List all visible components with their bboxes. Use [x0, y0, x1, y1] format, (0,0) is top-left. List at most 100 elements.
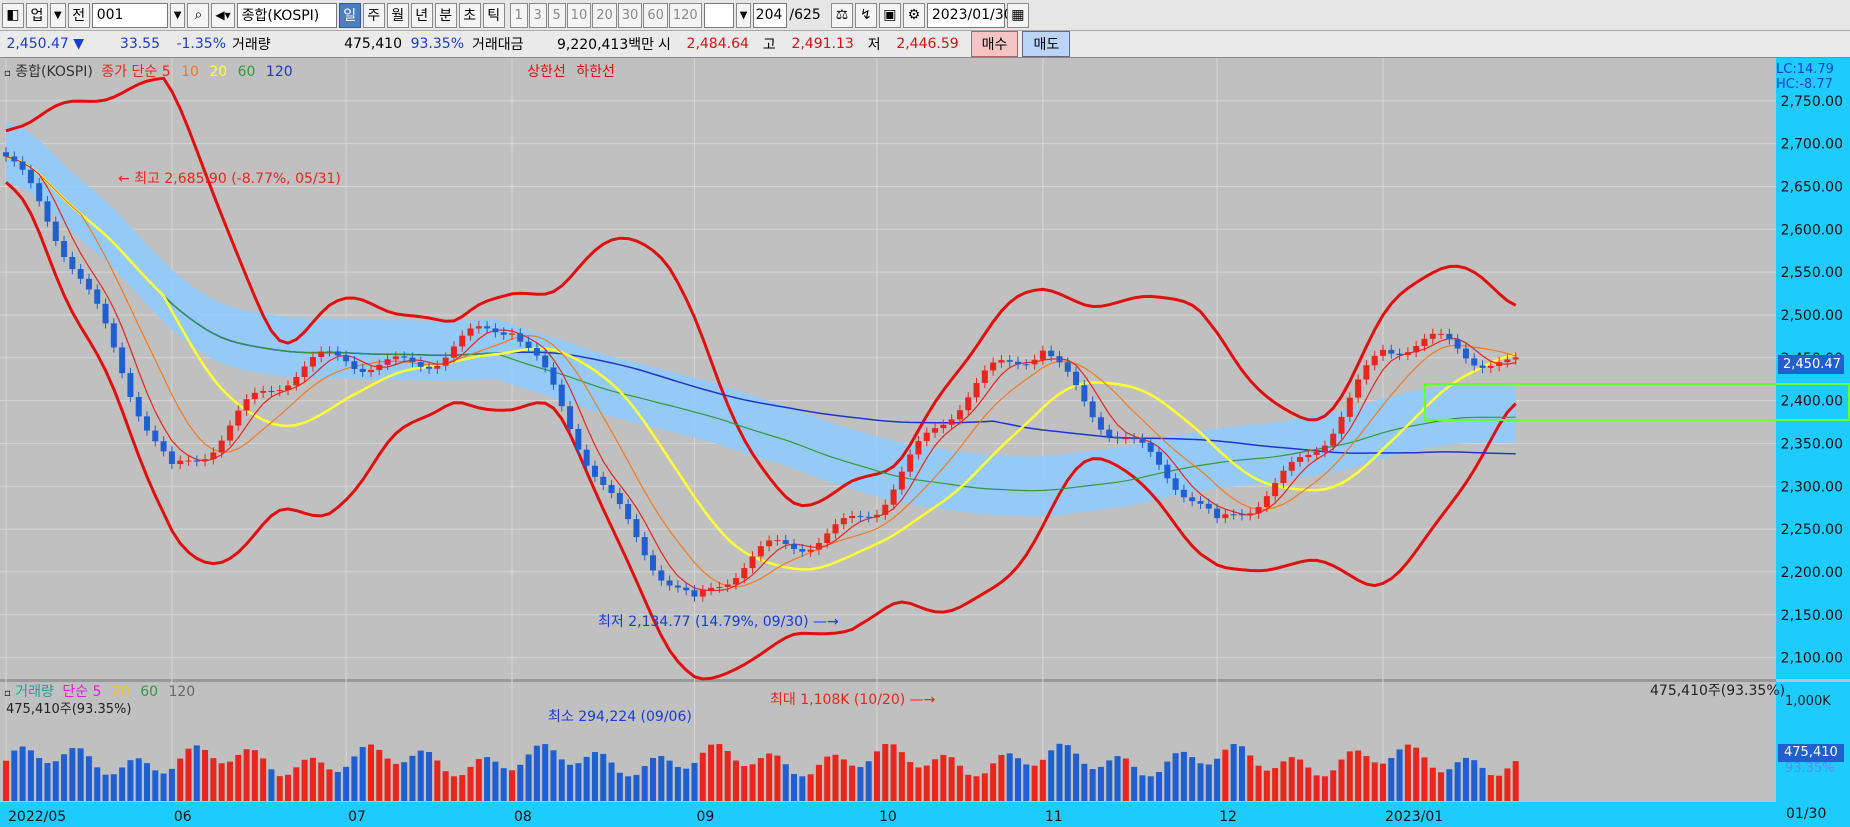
candle-body	[608, 484, 615, 494]
candle-body	[699, 590, 706, 597]
volume-bar	[1238, 746, 1245, 801]
low-annotation-text: 최저 2,134.77 (14.79%, 09/30)	[598, 614, 809, 630]
period-tab-5[interactable]: 초	[458, 2, 481, 28]
minute-tab-4[interactable]: 20	[592, 2, 617, 28]
date-input[interactable]: 2023/01/30	[926, 2, 1013, 28]
minute-tab-2[interactable]: 5	[547, 2, 566, 28]
candle-body	[1305, 454, 1312, 458]
candle-settings-icon[interactable]: ⚖	[830, 2, 853, 28]
candle-body	[873, 514, 880, 518]
period-tab-3[interactable]: 년	[410, 2, 433, 28]
volume-bar	[666, 760, 673, 801]
volume-bar	[3, 760, 9, 801]
candle-body	[1164, 464, 1171, 479]
candle-body	[1197, 501, 1204, 504]
period-tab-0[interactable]: 일	[338, 2, 361, 28]
current-price: 2,450.47 ▼	[6, 36, 84, 52]
code-dropdown[interactable]: ▼	[169, 2, 186, 28]
low-label: 저	[867, 37, 881, 53]
candle-body	[301, 366, 308, 378]
volume-pct-tag: 93.35%	[1785, 761, 1835, 776]
candle-body	[683, 587, 690, 591]
candle-body	[691, 590, 698, 597]
period-tab-2[interactable]: 월	[386, 2, 409, 28]
candle-body	[144, 416, 151, 431]
candle-body	[69, 257, 76, 270]
candle-body	[1446, 333, 1453, 340]
candle-body	[600, 476, 607, 485]
volume-bar	[426, 752, 433, 801]
volume-bar	[1396, 749, 1403, 801]
candle-body	[1355, 379, 1362, 398]
market-dropdown[interactable]: ▼	[50, 2, 66, 28]
volume-bar	[218, 763, 225, 801]
candle-body	[1313, 452, 1320, 455]
code-input[interactable]: 001	[91, 2, 168, 28]
buy-button[interactable]: 매수	[970, 31, 1019, 57]
calendar-icon[interactable]: ▦	[1006, 2, 1029, 28]
minute-tab-6[interactable]: 60	[643, 2, 668, 28]
y-tick-label: 2,350.00	[1781, 436, 1843, 452]
volume-bar	[1297, 759, 1304, 801]
volume-bar	[260, 758, 267, 801]
high-annotation-text: 최고 2,685.90 (-8.77%, 05/31)	[134, 171, 341, 187]
volume-bar	[1446, 769, 1453, 801]
speaker-icon[interactable]: ◀▾	[211, 2, 235, 28]
period-tab-4[interactable]: 분	[434, 2, 457, 28]
candle-body	[766, 540, 773, 547]
sell-button[interactable]: 매도	[1022, 31, 1071, 57]
count-input[interactable]: 204	[753, 2, 788, 28]
volume-bar	[450, 776, 457, 801]
minute-tab-3[interactable]: 10	[566, 2, 592, 28]
candle-body	[956, 410, 963, 420]
candle-body	[392, 356, 399, 360]
candle-body	[641, 537, 648, 556]
market-type-button[interactable]: 업	[26, 2, 48, 28]
volume-bar	[309, 757, 316, 801]
volume-bar	[1164, 761, 1171, 801]
volume-bar	[359, 747, 366, 801]
quote-bar: 2,450.47 ▼ 33.55 -1.35% 거래량 475,410 93.3…	[0, 31, 1850, 58]
candle-body	[1023, 364, 1030, 366]
volume-bar	[1288, 757, 1295, 801]
prev-button[interactable]: 전	[67, 2, 90, 28]
high-value: 2,491.13	[791, 36, 854, 52]
candle-body	[1106, 429, 1113, 437]
collapse-icon[interactable]: ▫	[4, 68, 11, 79]
save-icon[interactable]: ▣	[878, 2, 901, 28]
candle-body	[1064, 362, 1071, 372]
candle-body	[135, 396, 142, 417]
volume-bar	[749, 764, 756, 801]
volume-bar	[509, 770, 515, 801]
volume-bar	[235, 754, 242, 801]
candle-body	[500, 332, 507, 335]
candle-body	[1015, 361, 1021, 365]
indicator-icon[interactable]: ↯	[854, 2, 877, 28]
search-icon[interactable]: ⌕	[187, 2, 210, 28]
gear-icon[interactable]: ⚙	[902, 2, 925, 28]
candle-body	[1081, 385, 1088, 402]
period-tab-6[interactable]: 틱	[482, 2, 505, 28]
candle-body	[1189, 497, 1196, 502]
minute-input[interactable]	[703, 2, 734, 28]
minute-tab-7[interactable]: 120	[668, 2, 702, 28]
minute-dropdown[interactable]: ▼	[735, 2, 752, 28]
volume-bar	[1280, 761, 1287, 801]
period-tab-1[interactable]: 주	[362, 2, 385, 28]
volume-bar	[11, 750, 18, 801]
candle-body	[1230, 514, 1237, 516]
candle-body	[1413, 346, 1420, 353]
candle-body	[1471, 358, 1478, 366]
layout-icon[interactable]: ◧	[2, 2, 24, 28]
candle-body	[1238, 514, 1245, 516]
volume-bar	[1338, 759, 1345, 801]
minute-tab-1[interactable]: 3	[528, 2, 547, 28]
volume-bar	[1471, 760, 1478, 801]
y-tick-label: 2,250.00	[1781, 522, 1843, 538]
volume-bar	[633, 774, 640, 801]
candle-body	[11, 156, 18, 162]
minute-tab-5[interactable]: 30	[617, 2, 643, 28]
minute-tab-0[interactable]: 1	[509, 2, 528, 28]
candle-body	[708, 587, 715, 591]
volume-bar	[52, 761, 59, 801]
